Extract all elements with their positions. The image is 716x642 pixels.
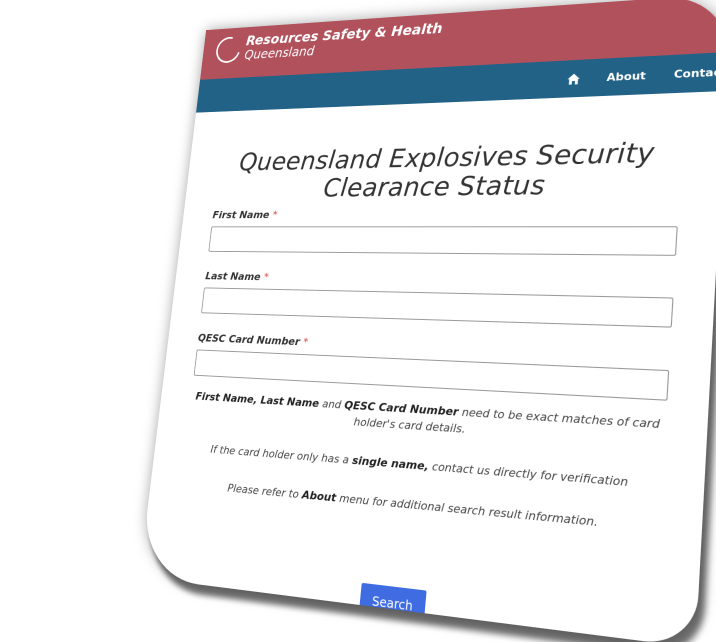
page-title: Queensland Explosives Security Clearance… <box>237 137 656 203</box>
nav-about-link[interactable]: About <box>606 69 646 84</box>
brand-name[interactable]: Resources Safety & Health Queensland <box>244 20 444 63</box>
required-mark: * <box>302 335 309 349</box>
search-button[interactable]: Search <box>358 582 427 626</box>
last-name-label: Last Name * <box>204 270 270 284</box>
button-row: Search <box>168 560 655 642</box>
perspective-stage: Resources Safety & Health Queensland Abo… <box>0 0 716 642</box>
rshq-logo-icon <box>212 31 245 68</box>
nav-items: About Contact <box>566 52 716 97</box>
browser-page-card: Resources Safety & Health Queensland Abo… <box>139 0 716 642</box>
first-name-input[interactable] <box>208 226 678 256</box>
main-content: Queensland Explosives Security Clearance… <box>139 91 716 642</box>
required-mark: * <box>272 208 279 221</box>
first-name-field: First Name * <box>207 206 679 270</box>
home-icon[interactable] <box>567 72 581 85</box>
note-bold-single: single name, <box>351 453 430 474</box>
last-name-field: Last Name * <box>199 270 674 343</box>
first-name-label: First Name * <box>211 208 279 221</box>
required-mark: * <box>263 270 270 284</box>
last-name-input[interactable] <box>201 287 674 328</box>
note-bold-about: About <box>301 488 337 505</box>
nav-contact-link[interactable]: Contact <box>673 65 716 81</box>
